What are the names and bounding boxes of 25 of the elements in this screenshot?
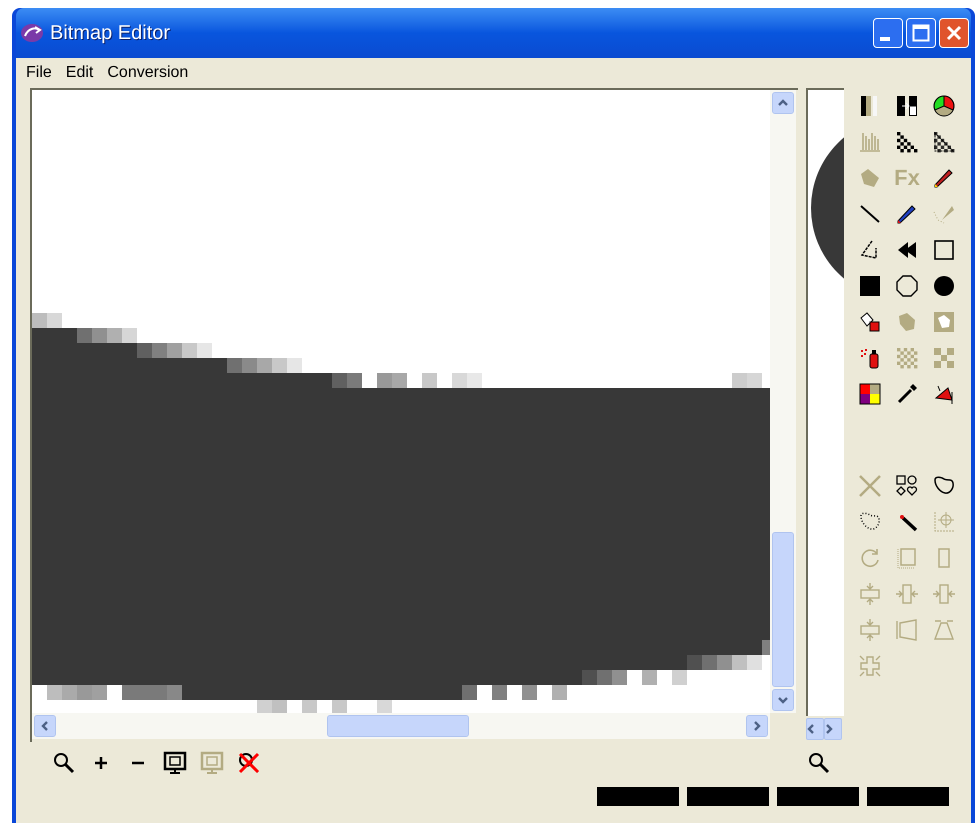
close-icon (945, 24, 963, 42)
scroll-up-button[interactable] (772, 92, 794, 114)
menu-item[interactable]: Edit (60, 60, 100, 86)
chevron-left-icon (40, 721, 50, 731)
maximize-button[interactable] (906, 18, 936, 48)
chevron-left-icon (807, 724, 815, 734)
chevron-right-icon (825, 724, 833, 734)
scroll-down-button[interactable] (772, 689, 794, 711)
minimize-button[interactable] (873, 18, 903, 48)
scroll-right-button[interactable] (824, 718, 842, 740)
scroll-thumb[interactable] (772, 532, 794, 687)
window-title: Bitmap Editor (50, 21, 170, 46)
app-logo-icon (20, 22, 44, 44)
scroll-left-button[interactable] (34, 715, 56, 737)
close-button[interactable] (939, 18, 969, 48)
chevron-right-icon (752, 721, 762, 731)
scroll-left-button[interactable] (806, 718, 824, 740)
maximize-icon (912, 24, 930, 42)
minimize-icon (880, 37, 890, 41)
menu-item[interactable]: Conversion (101, 60, 194, 86)
chevron-down-icon (778, 695, 788, 705)
scroll-right-button[interactable] (746, 715, 768, 737)
menu-item[interactable]: File (20, 60, 58, 86)
scroll-thumb[interactable] (327, 715, 469, 737)
chevron-up-icon (778, 98, 788, 108)
